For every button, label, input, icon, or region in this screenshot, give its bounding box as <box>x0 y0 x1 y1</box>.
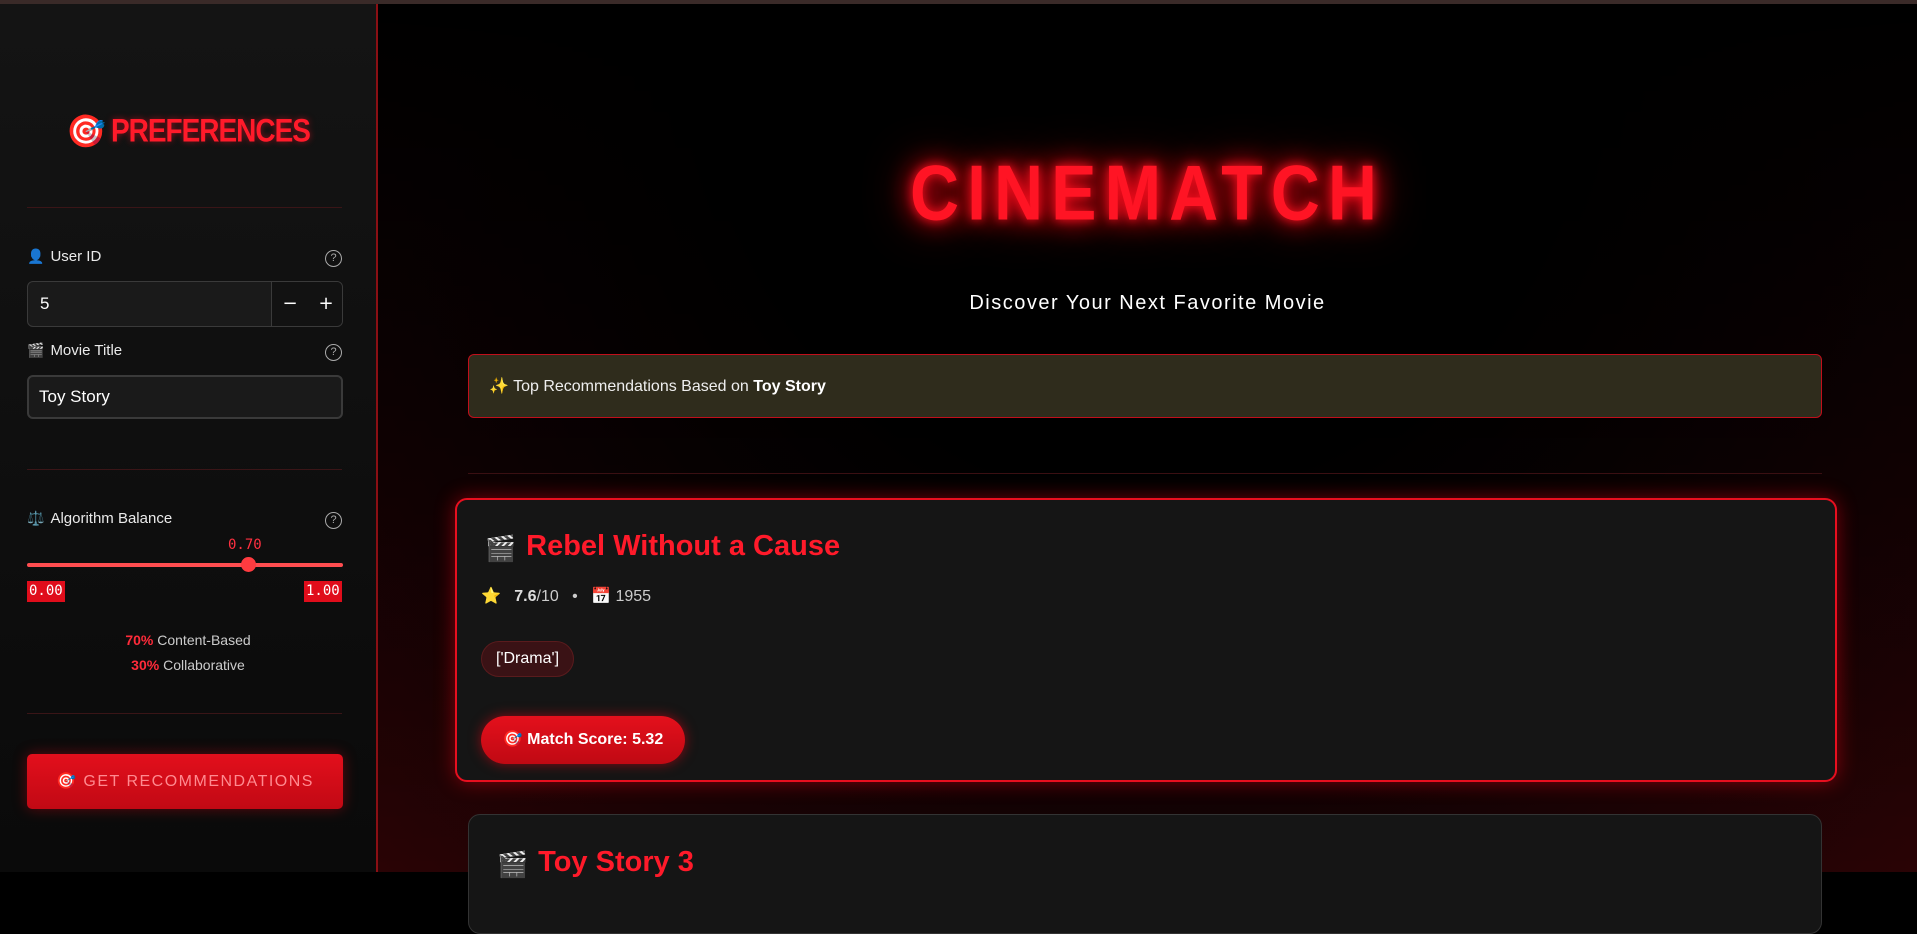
banner-movie-name: Toy Story <box>753 378 826 395</box>
main-content: CINEMATCH Discover Your Next Favorite Mo… <box>378 4 1917 934</box>
target-icon: 🎯 <box>56 773 78 790</box>
algorithm-balance-label: ⚖️ Algorithm Balance <box>27 510 173 527</box>
match-score-badge: 🎯 Match Score: 5.32 <box>481 716 685 764</box>
movie-title: 🎬 Toy Story 3 <box>497 846 694 879</box>
sidebar: 🎯 PREFERENCES 👤 User ID ? 5 − + 🎬 Movie Ti… <box>0 4 378 872</box>
star-icon: ⭐ <box>481 588 501 605</box>
slider-min-label: 0.00 <box>27 581 65 602</box>
sparkles-icon: ✨ <box>489 378 509 395</box>
sidebar-divider <box>27 713 342 714</box>
movie-title-help-icon[interactable]: ? <box>325 344 342 361</box>
scales-icon: ⚖️ <box>27 510 45 526</box>
balance-slider-track[interactable] <box>27 563 343 567</box>
user-icon: 👤 <box>27 248 45 264</box>
get-recommendations-button[interactable]: 🎯 GET RECOMMENDATIONS <box>27 754 343 809</box>
sidebar-title-text: PREFERENCES <box>110 112 311 149</box>
slider-current-value: 0.70 <box>228 537 262 553</box>
sidebar-title: 🎯 PREFERENCES <box>0 112 376 150</box>
slider-max-label: 1.00 <box>304 581 342 602</box>
balance-slider-thumb[interactable] <box>241 557 256 572</box>
movie-meta: ⭐ 7.6/10 • 📅 1955 <box>481 588 652 605</box>
recommendation-banner: ✨ Top Recommendations Based on Toy Story <box>468 354 1822 418</box>
movie-year: 1955 <box>615 588 652 605</box>
calendar-icon: 📅 <box>591 588 611 605</box>
content-divider <box>468 473 1822 474</box>
movie-title-label: 🎬 Movie Title <box>27 342 123 359</box>
movie-title-input[interactable]: Toy Story <box>27 375 343 419</box>
user-id-label: 👤 User ID <box>27 248 102 265</box>
movie-rating: 7.6 <box>514 588 537 605</box>
movie-card[interactable]: 🎬 Rebel Without a Cause ⭐ 7.6/10 • 📅 1955… <box>455 498 1837 782</box>
clapper-icon: 🎬 <box>27 342 45 358</box>
movie-title-value: Toy Story <box>39 387 110 406</box>
content-based-share: 70% Content-Based <box>125 632 251 648</box>
user-id-stepper: 5 − + <box>27 281 343 327</box>
clapper-icon: 🎬 <box>485 535 517 563</box>
decrement-button[interactable]: − <box>271 282 308 326</box>
movie-title: 🎬 Rebel Without a Cause <box>485 530 841 563</box>
movie-card[interactable]: 🎬 Toy Story 3 <box>468 814 1822 934</box>
clapper-icon: 🎬 <box>497 851 529 879</box>
target-icon: 🎯 <box>502 731 523 748</box>
user-id-input[interactable]: 5 <box>40 294 49 314</box>
sidebar-divider <box>27 469 342 470</box>
collaborative-share: 30% Collaborative <box>131 657 245 673</box>
algorithm-balance-help-icon[interactable]: ? <box>325 512 342 529</box>
increment-button[interactable]: + <box>308 282 342 326</box>
genre-tag: ['Drama'] <box>481 641 575 677</box>
target-icon: 🎯 <box>66 112 106 150</box>
tagline: Discover Your Next Favorite Movie <box>969 292 1326 314</box>
brand-title: CINEMATCH <box>910 149 1385 237</box>
user-id-help-icon[interactable]: ? <box>325 250 342 267</box>
sidebar-divider <box>27 207 342 208</box>
